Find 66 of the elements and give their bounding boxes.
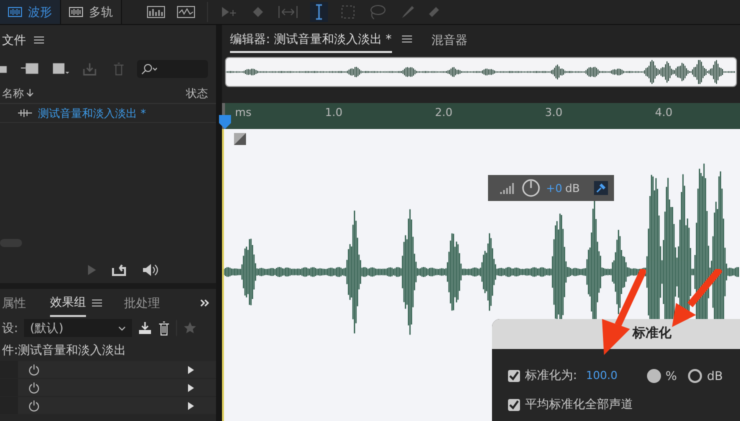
text-cursor-icon bbox=[315, 4, 323, 20]
ruler-label: 1.0 bbox=[325, 105, 344, 119]
gain-hud[interactable]: +0 dB bbox=[488, 175, 614, 201]
file-name: 测试音量和淡入淡出 * bbox=[38, 106, 146, 120]
dialog-title: 标准化 bbox=[492, 319, 740, 349]
double-chevron-icon[interactable] bbox=[200, 299, 210, 307]
ruler-label: 2.0 bbox=[435, 105, 454, 119]
new-file-icon[interactable] bbox=[50, 62, 70, 76]
import-file-icon[interactable] bbox=[20, 62, 39, 76]
menu-icon[interactable] bbox=[34, 36, 44, 44]
chevron-down-icon bbox=[118, 326, 126, 330]
ruler-label: 4.0 bbox=[655, 105, 674, 119]
editor-tab[interactable]: 编辑器: 测试音量和淡入淡出 * bbox=[230, 26, 392, 52]
playhead-marker[interactable] bbox=[219, 115, 231, 129]
checkbox[interactable] bbox=[508, 398, 520, 410]
arrow bbox=[672, 269, 722, 329]
gain-unit: dB bbox=[565, 182, 580, 194]
checkbox[interactable] bbox=[508, 370, 520, 382]
radio-button[interactable] bbox=[688, 368, 702, 382]
audio-file-icon bbox=[18, 109, 32, 117]
menu-icon[interactable] bbox=[92, 299, 102, 307]
search-field[interactable] bbox=[136, 60, 208, 78]
knob-icon[interactable] bbox=[522, 179, 540, 197]
fade-handle-icon[interactable] bbox=[234, 133, 246, 145]
radio-label: dB bbox=[706, 368, 723, 382]
panel-tab[interactable]: 属性 bbox=[2, 290, 26, 316]
star-icon[interactable] bbox=[183, 321, 198, 335]
spectrum-icon[interactable] bbox=[147, 6, 165, 18]
waveform-area[interactable]: +0 dB 标准化 标准化为: 100.0 % dB 平均标准化全部声道 bbox=[222, 129, 740, 421]
file-row[interactable]: 测试音量和淡入淡出 * bbox=[0, 104, 216, 123]
play-icon[interactable] bbox=[188, 366, 194, 374]
search-icon bbox=[140, 63, 157, 75]
speaker-icon[interactable] bbox=[141, 263, 159, 277]
panel-title[interactable]: 文件 bbox=[2, 32, 26, 48]
checkbox-label: 标准化为: bbox=[525, 367, 578, 384]
play-icon[interactable] bbox=[188, 384, 194, 392]
preset-dropdown[interactable]: (默认) bbox=[24, 319, 132, 337]
time-ruler[interactable]: ms 1.0 2.0 3.0 4.0 bbox=[222, 103, 740, 129]
download-icon[interactable] bbox=[138, 321, 152, 335]
power-icon[interactable] bbox=[28, 382, 40, 394]
time-selection-tool[interactable] bbox=[310, 2, 328, 22]
preset-label: 设: bbox=[2, 320, 18, 336]
power-icon[interactable] bbox=[28, 364, 40, 376]
normalize-value[interactable]: 100.0 bbox=[586, 369, 618, 382]
play-icon[interactable] bbox=[188, 402, 194, 410]
level-bars-icon bbox=[500, 182, 516, 194]
radio-label: % bbox=[666, 368, 677, 382]
column-header[interactable]: 名称 bbox=[2, 86, 24, 100]
column-header[interactable]: 状态 bbox=[186, 86, 208, 100]
checkbox-label: 平均标准化全部声道 bbox=[525, 396, 633, 413]
panel-tab[interactable]: 效果组 bbox=[50, 290, 86, 316]
loop-icon[interactable] bbox=[111, 263, 127, 277]
editor-tab[interactable]: 混音器 bbox=[432, 26, 468, 52]
open-file-icon[interactable] bbox=[0, 63, 8, 75]
sort-arrow-icon[interactable] bbox=[26, 88, 34, 98]
panel-tab[interactable]: 批处理 bbox=[124, 290, 160, 316]
ruler-label: 3.0 bbox=[545, 105, 564, 119]
menu-icon[interactable] bbox=[402, 35, 412, 43]
rack-file-label: 件:测试音量和淡入淡出 bbox=[1, 342, 128, 359]
radio-button[interactable] bbox=[646, 368, 661, 382]
pitch-display-icon[interactable] bbox=[177, 6, 195, 18]
mode-tab[interactable]: 波形 bbox=[0, 0, 61, 24]
waveform-view-icon bbox=[8, 7, 22, 17]
ruler-label: ms bbox=[234, 105, 252, 119]
waveform-view-icon bbox=[69, 7, 83, 17]
power-icon[interactable] bbox=[28, 400, 40, 412]
